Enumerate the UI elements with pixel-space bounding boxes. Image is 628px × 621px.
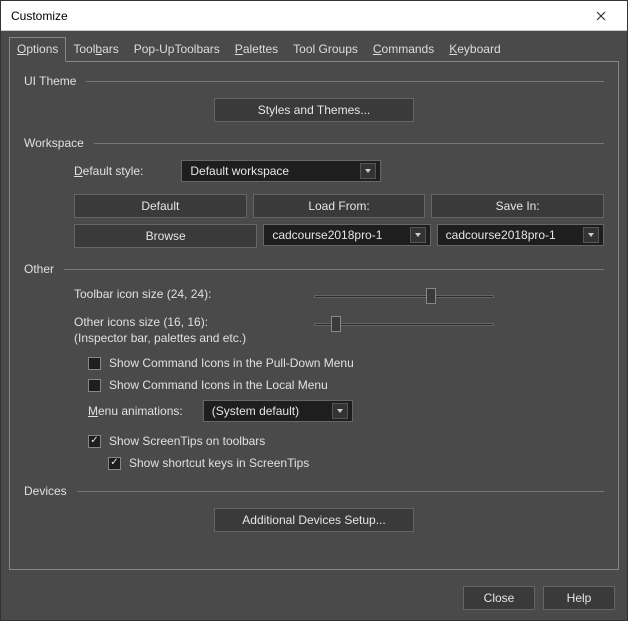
- dropdown-arrow-icon: [410, 227, 426, 243]
- tabbar: Options Toolbars Pop-UpToolbars Palettes…: [1, 31, 627, 62]
- other-icons-size-label: Other icons size (16, 16): (Inspector ba…: [74, 314, 304, 346]
- load-from-value: cadcourse2018pro-1: [272, 228, 382, 242]
- show-screentips-label: Show ScreenTips on toolbars: [109, 434, 265, 448]
- window-close-button[interactable]: [581, 2, 621, 30]
- show-cmd-local-checkbox[interactable]: [88, 379, 101, 392]
- toolbar-icon-size-slider[interactable]: [314, 288, 494, 304]
- tab-toolgroups[interactable]: Tool Groups: [285, 37, 366, 62]
- dropdown-arrow-icon: [360, 163, 376, 179]
- styles-and-themes-button[interactable]: Styles and Themes...: [214, 98, 414, 122]
- divider: [94, 143, 604, 144]
- section-other: Other Toolbar icon size (24, 24): Other …: [24, 262, 604, 470]
- other-icons-size-slider[interactable]: [314, 316, 494, 332]
- load-from-select[interactable]: cadcourse2018pro-1: [263, 224, 430, 246]
- save-in-value: cadcourse2018pro-1: [446, 228, 556, 242]
- default-style-value: Default workspace: [190, 164, 289, 178]
- default-style-label: Default style:: [74, 164, 143, 178]
- tab-popuptoolbars[interactable]: Pop-UpToolbars: [126, 37, 228, 62]
- additional-devices-button[interactable]: Additional Devices Setup...: [214, 508, 414, 532]
- tab-commands[interactable]: Commands: [365, 37, 442, 62]
- tab-keyboard[interactable]: Keyboard: [441, 37, 508, 62]
- section-title-workspace: Workspace: [24, 136, 84, 150]
- default-button[interactable]: Default: [74, 194, 247, 218]
- help-button[interactable]: Help: [543, 586, 615, 610]
- save-in-select[interactable]: cadcourse2018pro-1: [437, 224, 604, 246]
- show-screentips-checkbox[interactable]: ✓: [88, 435, 101, 448]
- dropdown-arrow-icon: [583, 227, 599, 243]
- menu-animations-select[interactable]: (System default): [203, 400, 353, 422]
- section-workspace: Workspace Default style: Default workspa…: [24, 136, 604, 248]
- options-panel: UI Theme Styles and Themes... Workspace …: [9, 61, 619, 570]
- slider-thumb[interactable]: [426, 288, 436, 304]
- show-shortcut-keys-label: Show shortcut keys in ScreenTips: [129, 456, 309, 470]
- show-cmd-pulldown-checkbox[interactable]: [88, 357, 101, 370]
- divider: [86, 81, 604, 82]
- tab-toolbars[interactable]: Toolbars: [65, 37, 126, 62]
- show-shortcut-keys-checkbox[interactable]: ✓: [108, 457, 121, 470]
- slider-track: [314, 295, 494, 298]
- section-devices: Devices Additional Devices Setup...: [24, 484, 604, 532]
- toolbar-icon-size-label: Toolbar icon size (24, 24):: [74, 286, 304, 302]
- save-in-button[interactable]: Save In:: [431, 194, 604, 218]
- close-icon: [596, 11, 606, 21]
- default-style-select[interactable]: Default workspace: [181, 160, 381, 182]
- load-from-button[interactable]: Load From:: [253, 194, 426, 218]
- window-title: Customize: [11, 9, 68, 23]
- tab-options[interactable]: Options: [9, 37, 66, 62]
- show-cmd-local-label: Show Command Icons in the Local Menu: [109, 378, 328, 392]
- customize-dialog: Customize Options Toolbars Pop-UpToolbar…: [0, 0, 628, 621]
- dialog-footer: Close Help: [1, 578, 627, 620]
- menu-animations-value: (System default): [212, 404, 299, 418]
- slider-thumb[interactable]: [331, 316, 341, 332]
- section-ui-theme: UI Theme Styles and Themes...: [24, 74, 604, 122]
- tab-palettes[interactable]: Palettes: [227, 37, 286, 62]
- browse-button[interactable]: Browse: [74, 224, 257, 248]
- close-button[interactable]: Close: [463, 586, 535, 610]
- divider: [64, 269, 604, 270]
- section-title-devices: Devices: [24, 484, 67, 498]
- menu-animations-label: Menu animations:: [88, 404, 183, 418]
- slider-track: [314, 323, 494, 326]
- dropdown-arrow-icon: [332, 403, 348, 419]
- divider: [77, 491, 604, 492]
- section-title-other: Other: [24, 262, 54, 276]
- show-cmd-pulldown-label: Show Command Icons in the Pull-Down Menu: [109, 356, 354, 370]
- titlebar: Customize: [1, 1, 627, 31]
- section-title-ui-theme: UI Theme: [24, 74, 76, 88]
